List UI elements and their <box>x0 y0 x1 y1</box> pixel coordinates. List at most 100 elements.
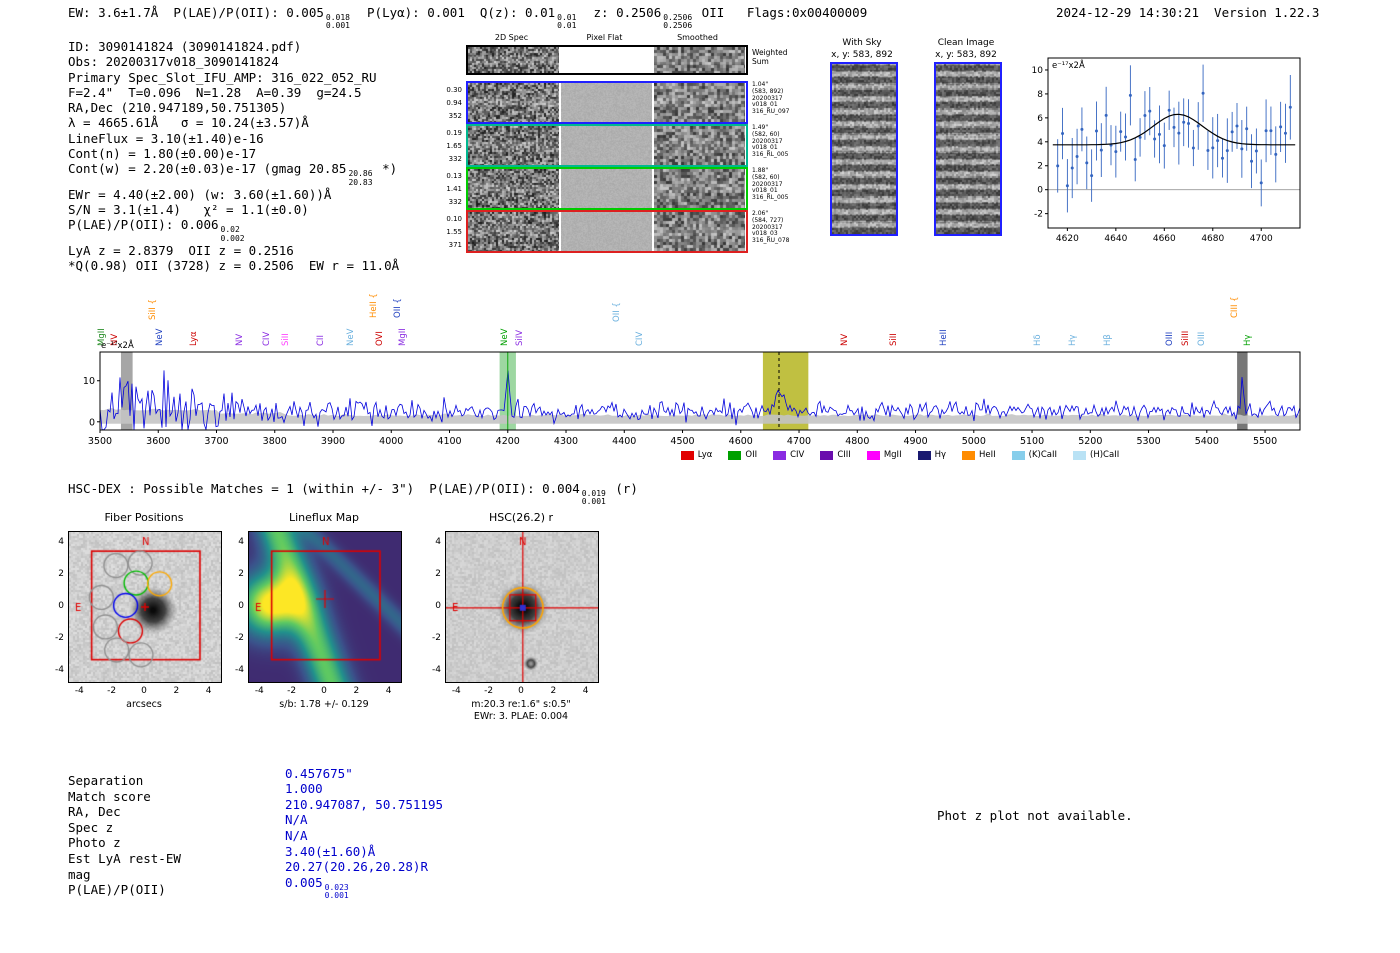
legend-item: MgII <box>866 450 902 460</box>
svg-text:4600: 4600 <box>729 436 753 447</box>
legend-swatch <box>728 450 742 460</box>
text-segment: 20.27(20.26,20.28)R <box>285 859 428 875</box>
cutout-xtick: -2 <box>287 686 297 696</box>
cutout-xtick: 4 <box>205 686 212 696</box>
svg-text:4300: 4300 <box>554 436 578 447</box>
legend-item: CIII <box>820 450 851 460</box>
cutout-ytick: 2 <box>238 569 244 580</box>
svg-text:4400: 4400 <box>612 436 636 447</box>
cutout-title: Fiber Positions <box>104 511 184 524</box>
legend-item: (K)CaII <box>1011 450 1058 460</box>
text-segment: 0.005 <box>285 874 323 890</box>
legend-swatch <box>1073 450 1087 460</box>
cutout-title: HSC(26.2) r <box>488 511 554 524</box>
legend-swatch <box>773 450 787 460</box>
match-table-row-label: P(LAE)/P(OII) <box>68 882 166 898</box>
match-table-row-label: RA, Dec <box>68 804 121 820</box>
cutout-title: Lineflux Map <box>288 511 360 524</box>
text-segment: (r) <box>607 481 638 496</box>
match-table-row-label: Photo z <box>68 835 121 851</box>
fiber-positions-image <box>68 531 222 683</box>
emission-line-label: HeII { <box>368 293 379 318</box>
hsc-matches-line: HSC-DEX : Possible Matches = 1 (within +… <box>68 481 638 506</box>
text-segment: 3.40(±1.60)Å <box>285 843 376 859</box>
match-table-row-label: Match score <box>68 788 151 804</box>
sup-sub-fraction: 0.019 0.001 <box>581 489 606 507</box>
cutout-xtick: 2 <box>550 686 557 696</box>
legend-item: (H)CaII <box>1073 450 1119 460</box>
cutout-xtick: -2 <box>484 686 494 696</box>
emission-line-label: OII { <box>393 298 404 318</box>
cutout-ytick: -2 <box>235 632 244 643</box>
legend-label: Lyα <box>697 450 713 460</box>
svg-text:3600: 3600 <box>146 436 170 447</box>
svg-text:0: 0 <box>89 417 95 428</box>
lineflux-map-image <box>248 531 402 683</box>
text-segment: 1.000 <box>285 781 323 797</box>
legend-swatch <box>917 450 931 460</box>
legend-item: Hγ <box>917 450 946 460</box>
svg-text:3900: 3900 <box>321 436 345 447</box>
cutout-xtick: -4 <box>451 686 461 696</box>
match-table-row-value: N/A <box>285 828 308 843</box>
spectrum-legend: Lyα OII CIV CIII MgII Hγ HeII (K)CaII (H)CaII <box>450 450 1350 460</box>
text-segment: N/A <box>285 812 308 828</box>
legend-label: Hγ <box>934 450 946 460</box>
emission-line-label: OII { <box>612 302 623 322</box>
svg-text:10: 10 <box>83 376 95 387</box>
svg-text:4500: 4500 <box>670 436 694 447</box>
elixer-detection-report: EW: 3.6±1.7Å P(LAE)/P(OII): 0.005 0.018 0.… <box>0 0 1400 953</box>
match-table-row-value: 210.947087, 50.751195 <box>285 797 443 812</box>
cutout-ytick: 0 <box>435 601 441 611</box>
legend-swatch <box>962 450 975 460</box>
legend-item: Lyα <box>680 450 713 460</box>
cutout-ytick: 0 <box>238 601 244 611</box>
match-table-row-value: 3.40(±1.60)Å <box>285 844 375 859</box>
photz-note: Phot z plot not available. <box>937 808 1133 823</box>
svg-text:4700: 4700 <box>787 436 811 447</box>
cutout-xlabel: m:20.3 re:1.6" s:0.5" <box>471 699 571 710</box>
cutout-xlabel2: EWr: 3. PLAE: 0.004 <box>473 711 569 722</box>
cutout-xtick: 2 <box>353 686 360 696</box>
svg-text:e⁻¹⁷x2Å: e⁻¹⁷x2Å <box>101 339 134 351</box>
cutout-ytick: 0 <box>58 601 64 611</box>
cutout-xtick: -4 <box>74 686 84 696</box>
legend-label: (H)CaII <box>1090 450 1120 460</box>
sub-value: 0.001 <box>581 497 606 507</box>
legend-swatch <box>820 450 834 460</box>
match-table-row-value: 1.000 <box>285 781 323 796</box>
svg-text:4900: 4900 <box>903 436 927 447</box>
legend-label: HeII <box>979 450 996 460</box>
cutout-ytick: -2 <box>432 632 441 643</box>
match-table-row-label: Est LyA rest-EW <box>68 851 181 866</box>
cutout-xtick: 4 <box>385 686 392 696</box>
legend-label: CIV <box>790 450 805 460</box>
cutout-xtick: -2 <box>107 686 117 696</box>
match-table-row-label: mag <box>68 866 91 882</box>
full-spectrum-plot: 0 10 3500 3600 3700 3800 3900 4000 4100 4200 4300 4… <box>83 339 1301 447</box>
text-segment: N/A <box>285 827 308 843</box>
cutout-ytick: -2 <box>55 632 64 643</box>
svg-text:4800: 4800 <box>845 436 869 447</box>
text-segment: HSC-DEX : Possible Matches = 1 (within +… <box>68 481 580 496</box>
cutout-xtick: 0 <box>321 686 327 696</box>
svg-text:5500: 5500 <box>1253 436 1277 447</box>
cutout-xlabel: s/b: 1.78 +/- 0.129 <box>279 699 369 710</box>
cutout-xlabel: arcsecs <box>126 699 162 710</box>
cutout-ytick: 4 <box>435 537 441 548</box>
match-table-row-label: Spec z <box>68 819 114 835</box>
legend-label: (K)CaII <box>1028 450 1058 460</box>
svg-text:4200: 4200 <box>496 436 520 447</box>
hsc-cutout-image <box>445 531 599 683</box>
match-table-row-value: 20.27(20.26,20.28)R <box>285 859 428 874</box>
text-segment: 210.947087, 50.751195 <box>285 796 444 812</box>
cutout-xtick: 0 <box>141 686 147 696</box>
legend-swatch <box>1011 450 1025 460</box>
legend-label: OII <box>745 450 758 460</box>
svg-text:5200: 5200 <box>1078 436 1102 447</box>
cutout-xtick: 2 <box>173 686 180 696</box>
svg-text:3700: 3700 <box>204 436 228 447</box>
svg-text:5400: 5400 <box>1195 436 1219 447</box>
legend-item: CIV <box>773 450 804 460</box>
cutout-xtick: 0 <box>518 686 524 696</box>
